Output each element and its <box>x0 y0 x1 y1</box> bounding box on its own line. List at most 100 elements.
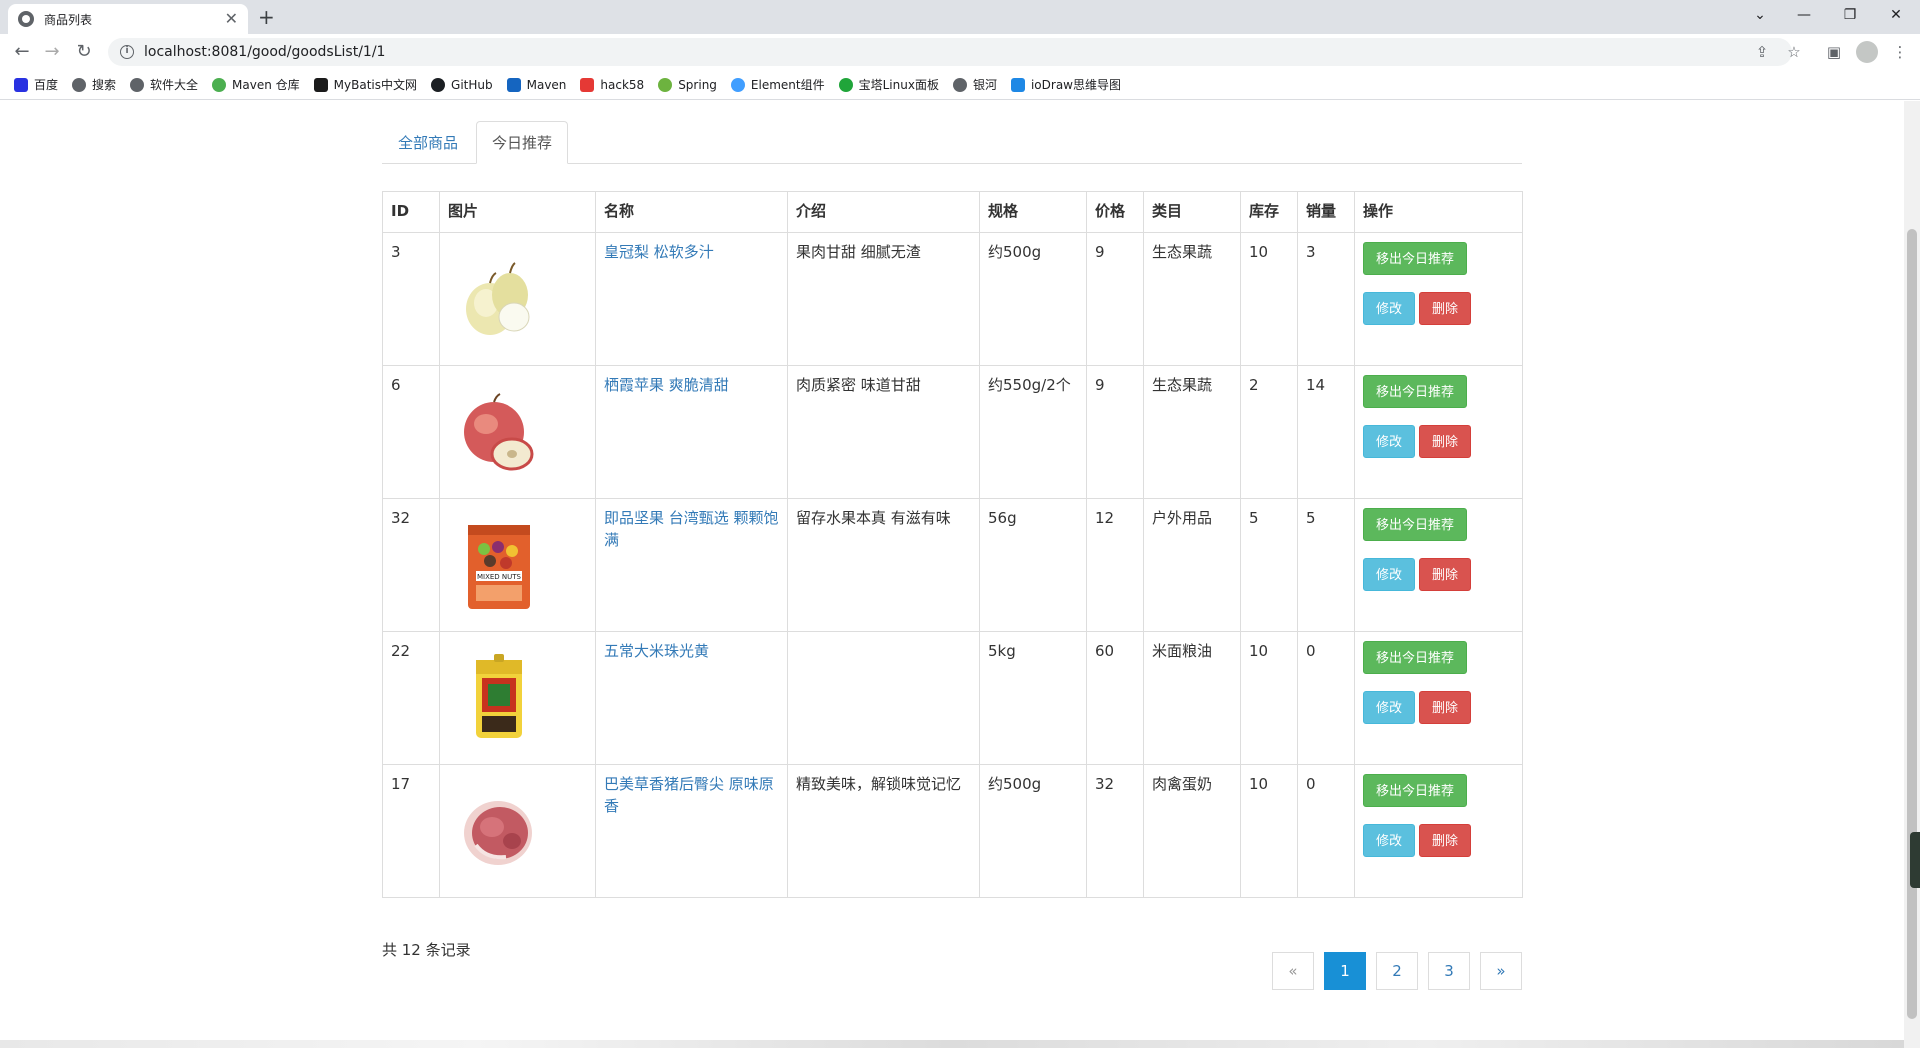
bookmark-label: Element组件 <box>750 78 825 92</box>
reload-button[interactable]: ↻ <box>72 40 96 64</box>
edit-button[interactable]: 修改 <box>1363 558 1416 591</box>
bookmark-item[interactable]: 软件大全 <box>130 76 198 93</box>
cell-intro: 肉质紧密 味道甘甜 <box>787 365 980 499</box>
cell-name: 五常大米珠光黄 <box>595 631 788 765</box>
cell-id: 32 <box>382 498 440 632</box>
cell-name: 巴美草香猪后臀尖 原味原香 <box>595 764 788 898</box>
url-text[interactable]: localhost:8081/good/goodsList/1/1 <box>144 44 385 60</box>
delete-button[interactable]: 删除 <box>1419 824 1472 857</box>
maven-repo-icon <box>212 77 227 92</box>
restore-button[interactable]: ❐ <box>1830 4 1870 26</box>
bookmark-item[interactable]: Maven 仓库 <box>212 76 300 93</box>
minimize-button[interactable]: — <box>1784 4 1824 26</box>
address-bar[interactable]: i localhost:8081/good/goodsList/1/1 <box>108 38 1792 66</box>
tab-today-recommend[interactable]: 今日推荐 <box>476 121 569 164</box>
side-widget[interactable] <box>1910 832 1920 888</box>
forward-button[interactable]: → <box>40 40 64 64</box>
profile-avatar[interactable] <box>1856 41 1878 63</box>
close-window-button[interactable]: ✕ <box>1876 4 1916 26</box>
delete-button[interactable]: 删除 <box>1419 691 1472 724</box>
cell-price: 9 <box>1086 232 1144 366</box>
cell-name: 皇冠梨 松软多汁 <box>595 232 788 366</box>
table-row: 17 巴美草香猪后臀尖 原味原香 精致美味，解锁味觉记忆 约500g 32 肉禽蛋奶 10 0… <box>382 764 1523 898</box>
pagination-page-3[interactable]: 3 <box>1428 952 1470 990</box>
bookmark-item[interactable]: Element组件 <box>730 76 825 93</box>
edit-button[interactable]: 修改 <box>1363 824 1416 857</box>
pagination-page-2[interactable]: 2 <box>1376 952 1418 990</box>
cell-price: 12 <box>1086 498 1144 632</box>
mybatis-icon <box>313 77 328 92</box>
pagination-prev[interactable]: « <box>1272 952 1314 990</box>
cell-price: 9 <box>1086 365 1144 499</box>
goods-name-link[interactable]: 五常大米珠光黄 <box>604 642 709 660</box>
cell-actions: 移出今日推荐 修改 删除 <box>1354 764 1523 898</box>
goods-name-link[interactable]: 即品坚果 台湾甄选 颗颗饱满 <box>604 509 779 549</box>
iodraw-icon <box>1010 77 1025 92</box>
delete-button[interactable]: 删除 <box>1419 292 1472 325</box>
bookmark-item[interactable]: Maven <box>506 77 566 92</box>
goods-table-body: 3 皇冠梨 松软多汁 果肉甘甜 细腻无渣 约500g 9 生态果蔬 10 3 移出今日推荐 修改删… <box>382 232 1523 898</box>
bookmark-star-icon[interactable]: ☆ <box>1782 40 1806 64</box>
header-category: 类目 <box>1143 191 1241 233</box>
edit-button[interactable]: 修改 <box>1363 691 1416 724</box>
bookmark-label: Spring <box>678 77 717 92</box>
remove-recommend-button[interactable]: 移出今日推荐 <box>1363 242 1468 275</box>
close-icon[interactable]: ✕ <box>225 11 238 27</box>
goods-name-link[interactable]: 皇冠梨 松软多汁 <box>604 243 714 261</box>
bookmark-item[interactable]: 银河 <box>952 76 997 93</box>
table-row: 22 五常大米珠光黄 5kg 60 米面粮油 10 0 移出今日推荐 修改 删除 <box>382 631 1523 765</box>
page-scrollbar[interactable] <box>1904 101 1920 1048</box>
back-button[interactable]: ← <box>10 40 34 64</box>
cell-spec: 约500g <box>979 232 1087 366</box>
globe-icon <box>130 77 145 92</box>
bookmark-item[interactable]: GitHub <box>431 77 493 92</box>
header-stock: 库存 <box>1240 191 1298 233</box>
header-price: 价格 <box>1086 191 1144 233</box>
pagination: « 1 2 3 » <box>1262 952 1522 990</box>
edit-button[interactable]: 修改 <box>1363 425 1416 458</box>
new-tab-button[interactable]: + <box>258 6 275 28</box>
goods-name-link[interactable]: 栖霞苹果 爽脆清甜 <box>604 376 729 394</box>
pagination-page-1[interactable]: 1 <box>1324 952 1366 990</box>
side-panel-icon[interactable]: ▣ <box>1822 40 1846 64</box>
menu-icon[interactable]: ⋮ <box>1888 40 1912 64</box>
browser-tab[interactable]: 商品列表 ✕ <box>8 4 248 34</box>
bookmark-item[interactable]: Spring <box>658 77 717 92</box>
bookmark-item[interactable]: ioDraw思维导图 <box>1010 76 1121 93</box>
delete-button[interactable]: 删除 <box>1419 425 1472 458</box>
bookmarks-bar: 百度 搜索 软件大全 Maven 仓库 MyBatis中文网 GitHub Maven hac… <box>0 70 1920 100</box>
share-icon[interactable]: ⇪ <box>1750 40 1774 64</box>
tab-title: 商品列表 <box>44 12 93 27</box>
cell-id: 3 <box>382 232 440 366</box>
cell-image <box>439 631 596 765</box>
remove-recommend-button[interactable]: 移出今日推荐 <box>1363 508 1468 541</box>
goods-table: ID 图片 名称 介绍 规格 价格 类目 库存 销量 操作 3 皇冠梨 松软多汁 果… <box>382 191 1523 898</box>
bookmark-label: 银河 <box>972 78 997 92</box>
remove-recommend-button[interactable]: 移出今日推荐 <box>1363 774 1468 807</box>
remove-recommend-button[interactable]: 移出今日推荐 <box>1363 375 1468 408</box>
cell-name: 即品坚果 台湾甄选 颗颗饱满 <box>595 498 788 632</box>
scrollbar-thumb[interactable] <box>1907 229 1917 1019</box>
bookmark-item[interactable]: 百度 <box>14 76 58 93</box>
cell-category: 肉禽蛋奶 <box>1143 764 1241 898</box>
edit-button[interactable]: 修改 <box>1363 292 1416 325</box>
info-icon[interactable]: i <box>120 45 134 59</box>
bookmark-item[interactable]: hack58 <box>580 77 644 92</box>
goods-name-link[interactable]: 巴美草香猪后臀尖 原味原香 <box>604 775 774 815</box>
tab-search-icon[interactable]: ⌄ <box>1740 4 1780 26</box>
cell-category: 户外用品 <box>1143 498 1241 632</box>
bookmark-label: Maven 仓库 <box>232 78 300 92</box>
tab-all-goods[interactable]: 全部商品 <box>382 121 474 164</box>
bookmark-item[interactable]: MyBatis中文网 <box>313 76 417 93</box>
goods-container: 全部商品 今日推荐 ID 图片 名称 介绍 规格 价格 类目 库存 销量 操作 … <box>382 121 1523 990</box>
header-actions: 操作 <box>1354 191 1523 233</box>
bookmark-item[interactable]: 宝塔Linux面板 <box>838 76 939 93</box>
pagination-next[interactable]: » <box>1480 952 1522 990</box>
delete-button[interactable]: 删除 <box>1419 558 1472 591</box>
bottom-strip <box>0 1040 1904 1048</box>
bookmark-item[interactable]: 搜索 <box>72 76 116 93</box>
remove-recommend-button[interactable]: 移出今日推荐 <box>1363 641 1468 674</box>
bookmark-label: 搜索 <box>92 78 117 92</box>
table-row: 3 皇冠梨 松软多汁 果肉甘甜 细腻无渣 约500g 9 生态果蔬 10 3 移出今日推荐 修改删… <box>382 232 1523 366</box>
maven-icon <box>506 77 521 92</box>
